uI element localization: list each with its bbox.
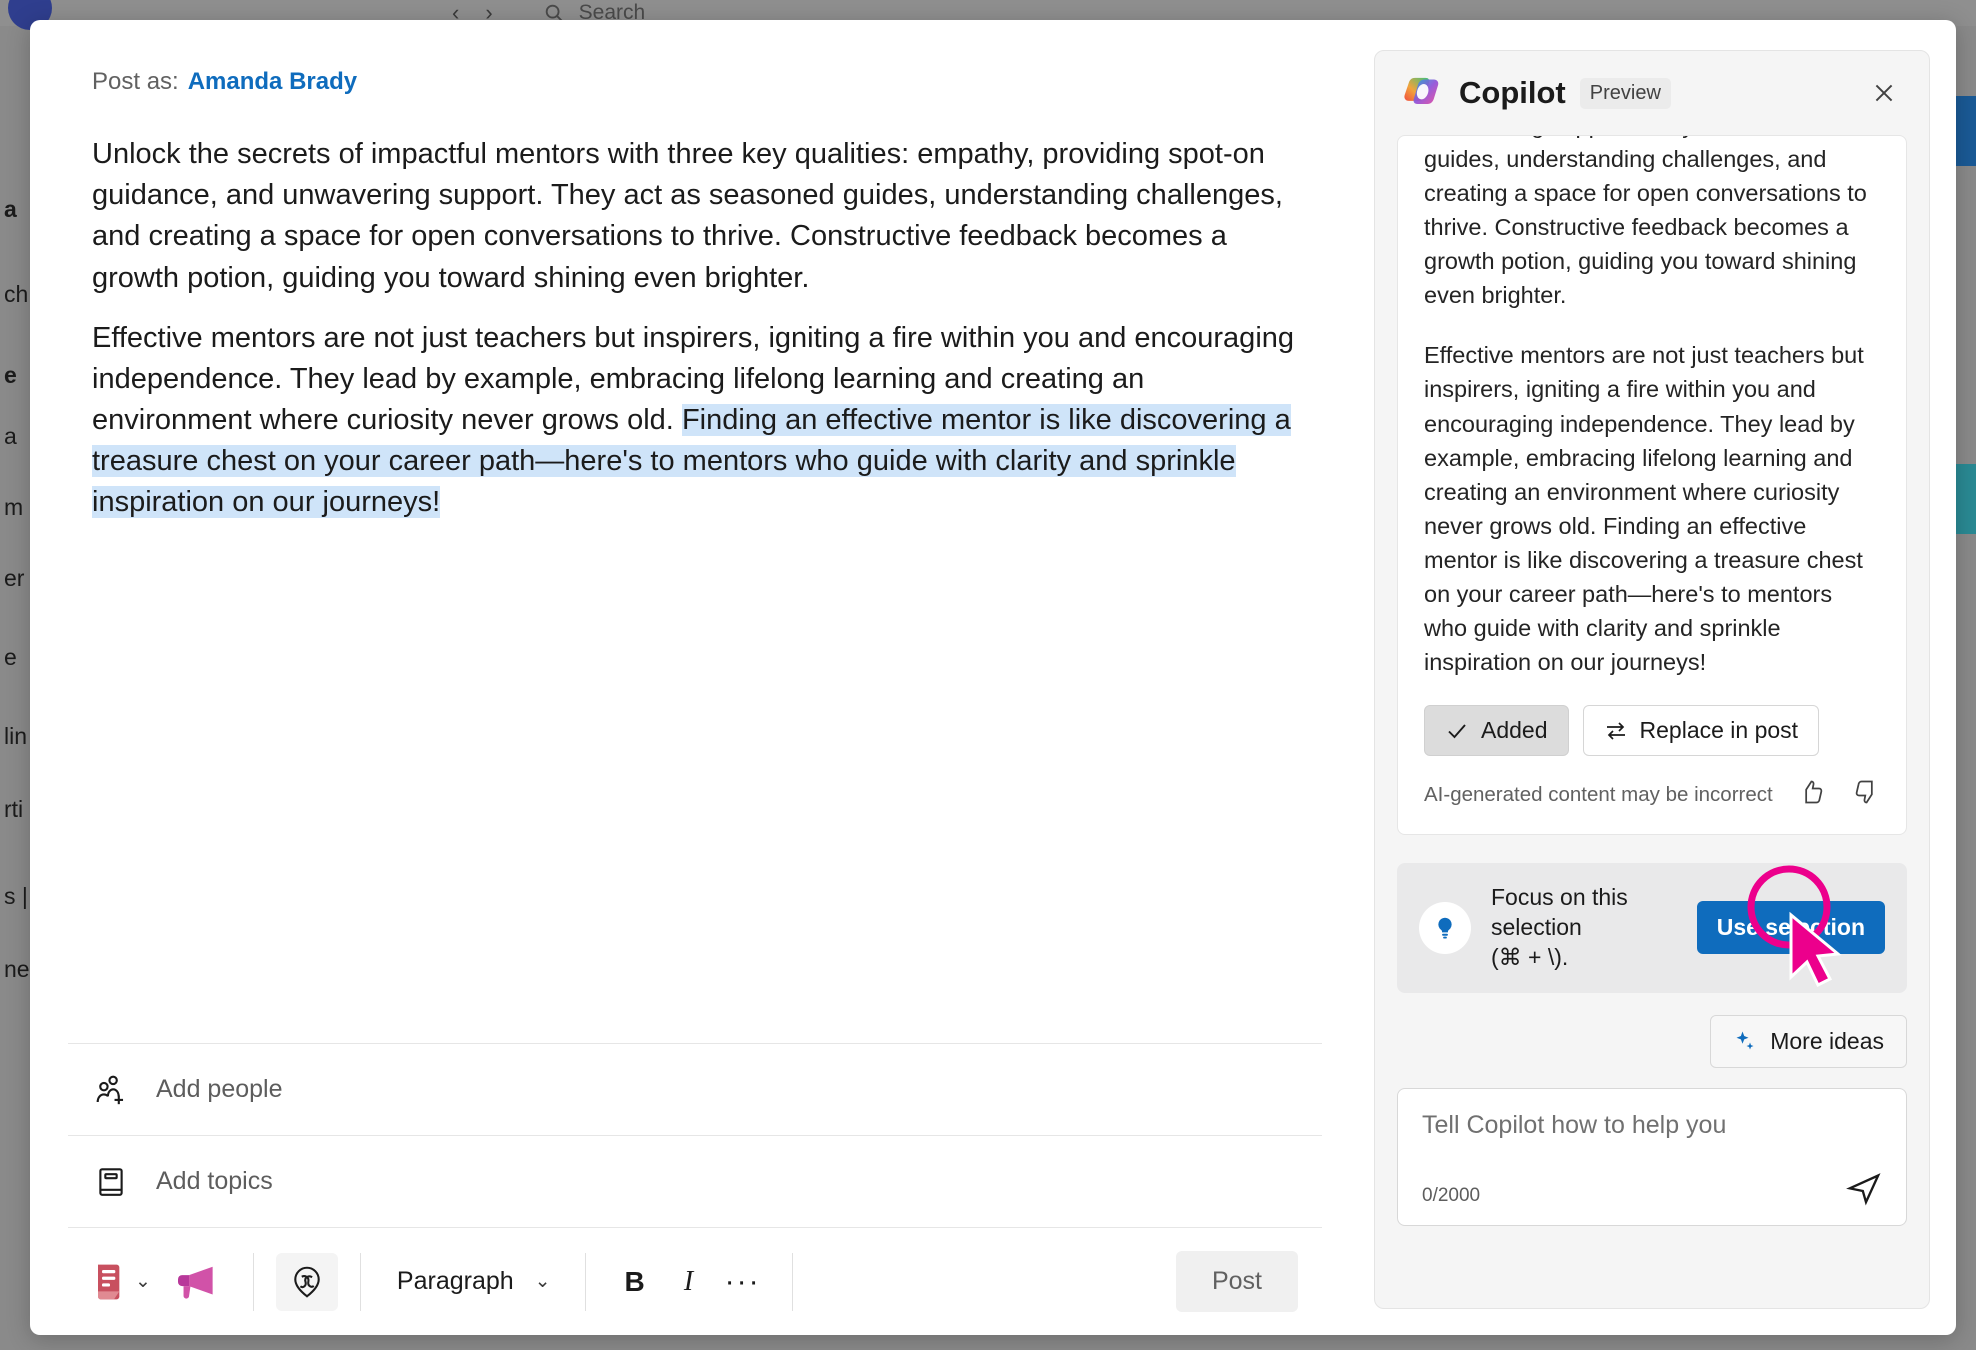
add-people-label: Add people xyxy=(156,1075,283,1103)
post-paragraph-2: Effective mentors are not just teachers … xyxy=(92,318,1298,524)
copilot-rewrite-icon xyxy=(294,1266,320,1298)
send-icon xyxy=(1846,1172,1881,1206)
more-ideas-label: More ideas xyxy=(1770,1027,1884,1054)
replace-button-label: Replace in post xyxy=(1639,717,1799,743)
thumbs-up-icon xyxy=(1805,780,1823,804)
paragraph-style-dropdown[interactable]: Paragraph ⌄ xyxy=(383,1253,563,1311)
post-body-editor[interactable]: Unlock the secrets of impactful mentors … xyxy=(92,134,1298,1043)
paragraph-chevron-down-icon: ⌄ xyxy=(534,1271,551,1292)
copilot-close-button[interactable] xyxy=(1861,70,1907,116)
copilot-panel: Copilot Preview unwavering support. They… xyxy=(1374,50,1930,1309)
announcement-button[interactable] xyxy=(161,1253,231,1311)
italic-button[interactable]: I xyxy=(662,1253,716,1311)
post-composer-dialog: Post as: Amanda Brady Unlock the secrets… xyxy=(30,20,1956,1335)
add-people-row[interactable]: Add people xyxy=(68,1043,1322,1135)
toolbar-divider xyxy=(584,1252,586,1311)
post-as-label: Post as: xyxy=(92,68,179,95)
toolbar-divider xyxy=(791,1252,793,1311)
copilot-response-card: unwavering support. They act as seasoned… xyxy=(1397,135,1907,835)
copilot-title: Copilot xyxy=(1459,75,1566,110)
post-button[interactable]: Post xyxy=(1175,1251,1298,1312)
post-type-chevron-icon: ⌄ xyxy=(135,1271,151,1292)
copilot-rewrite-button[interactable] xyxy=(275,1252,338,1311)
replace-in-post-button[interactable]: Replace in post xyxy=(1582,705,1820,756)
copilot-prompt-placeholder: Tell Copilot how to help you xyxy=(1422,1110,1727,1139)
focus-selection-shortcut: (⌘ + \). xyxy=(1491,943,1569,970)
use-selection-button[interactable]: Use selection xyxy=(1696,901,1885,955)
copilot-feedback-votes xyxy=(1798,778,1880,812)
copilot-response-text: unwavering support. They act as seasoned… xyxy=(1424,136,1880,679)
focus-selection-text: Focus on this selection (⌘ + \). xyxy=(1491,883,1677,973)
thumbs-up-button[interactable] xyxy=(1798,778,1826,812)
add-topics-row[interactable]: Add topics xyxy=(68,1135,1322,1227)
copilot-preview-badge: Preview xyxy=(1579,77,1671,109)
more-ideas-row: More ideas xyxy=(1397,1014,1907,1068)
more-formatting-button[interactable]: ··· xyxy=(716,1253,770,1311)
toolbar-divider xyxy=(359,1252,361,1311)
copilot-prompt-input[interactable]: Tell Copilot how to help you 0/2000 xyxy=(1397,1087,1907,1226)
checkmark-icon xyxy=(1448,723,1466,738)
copilot-response-actions: Added Replace in post xyxy=(1424,705,1880,756)
swap-arrows-icon xyxy=(1606,721,1625,740)
focus-selection-card: Focus on this selection (⌘ + \). Use sel… xyxy=(1397,863,1907,993)
add-topics-icon xyxy=(99,1167,123,1196)
thumbs-down-icon xyxy=(1855,780,1873,804)
sparkle-icon xyxy=(1736,1031,1754,1050)
focus-selection-title: Focus on this selection xyxy=(1491,884,1628,940)
copilot-disclaimer-text: AI-generated content may be incorrect xyxy=(1424,783,1773,806)
post-type-button[interactable]: ⌄ xyxy=(82,1253,161,1311)
composer-pane: Post as: Amanda Brady Unlock the secrets… xyxy=(30,20,1360,1335)
copilot-logo-icon xyxy=(1404,77,1439,105)
copilot-response-paragraph-2: Effective mentors are not just teachers … xyxy=(1424,342,1864,675)
bold-button[interactable]: B xyxy=(608,1253,662,1311)
copilot-disclaimer-row: AI-generated content may be incorrect xyxy=(1424,778,1880,812)
formatting-toolbar: ⌄ Paragraph ⌄ B I ··· Post xyxy=(68,1227,1322,1335)
copilot-header: Copilot Preview xyxy=(1375,51,1929,135)
close-icon xyxy=(1875,84,1893,102)
add-people-icon xyxy=(96,1075,124,1104)
lightbulb-icon xyxy=(1438,917,1452,939)
added-button[interactable]: Added xyxy=(1424,705,1569,756)
copilot-char-count: 0/2000 xyxy=(1422,1184,1481,1206)
thumbs-down-button[interactable] xyxy=(1852,778,1880,812)
megaphone-icon xyxy=(177,1266,213,1299)
lightbulb-badge xyxy=(1419,901,1471,954)
post-type-icon xyxy=(98,1264,120,1299)
more-ideas-button[interactable]: More ideas xyxy=(1710,1014,1907,1068)
toolbar-divider xyxy=(252,1252,254,1311)
paragraph-style-label: Paragraph xyxy=(396,1267,514,1295)
add-topics-label: Add topics xyxy=(156,1167,273,1195)
post-as-author[interactable]: Amanda Brady xyxy=(188,68,357,96)
post-paragraph-1: Unlock the secrets of impactful mentors … xyxy=(92,138,1283,294)
post-as-row: Post as: Amanda Brady xyxy=(92,68,1360,96)
copilot-send-button[interactable] xyxy=(1844,1168,1884,1213)
added-button-label: Added xyxy=(1481,717,1548,743)
post-meta-rows: Add people Add topics xyxy=(68,1043,1322,1227)
copilot-response-paragraph-1: unwavering support. They act as seasoned… xyxy=(1424,136,1872,309)
